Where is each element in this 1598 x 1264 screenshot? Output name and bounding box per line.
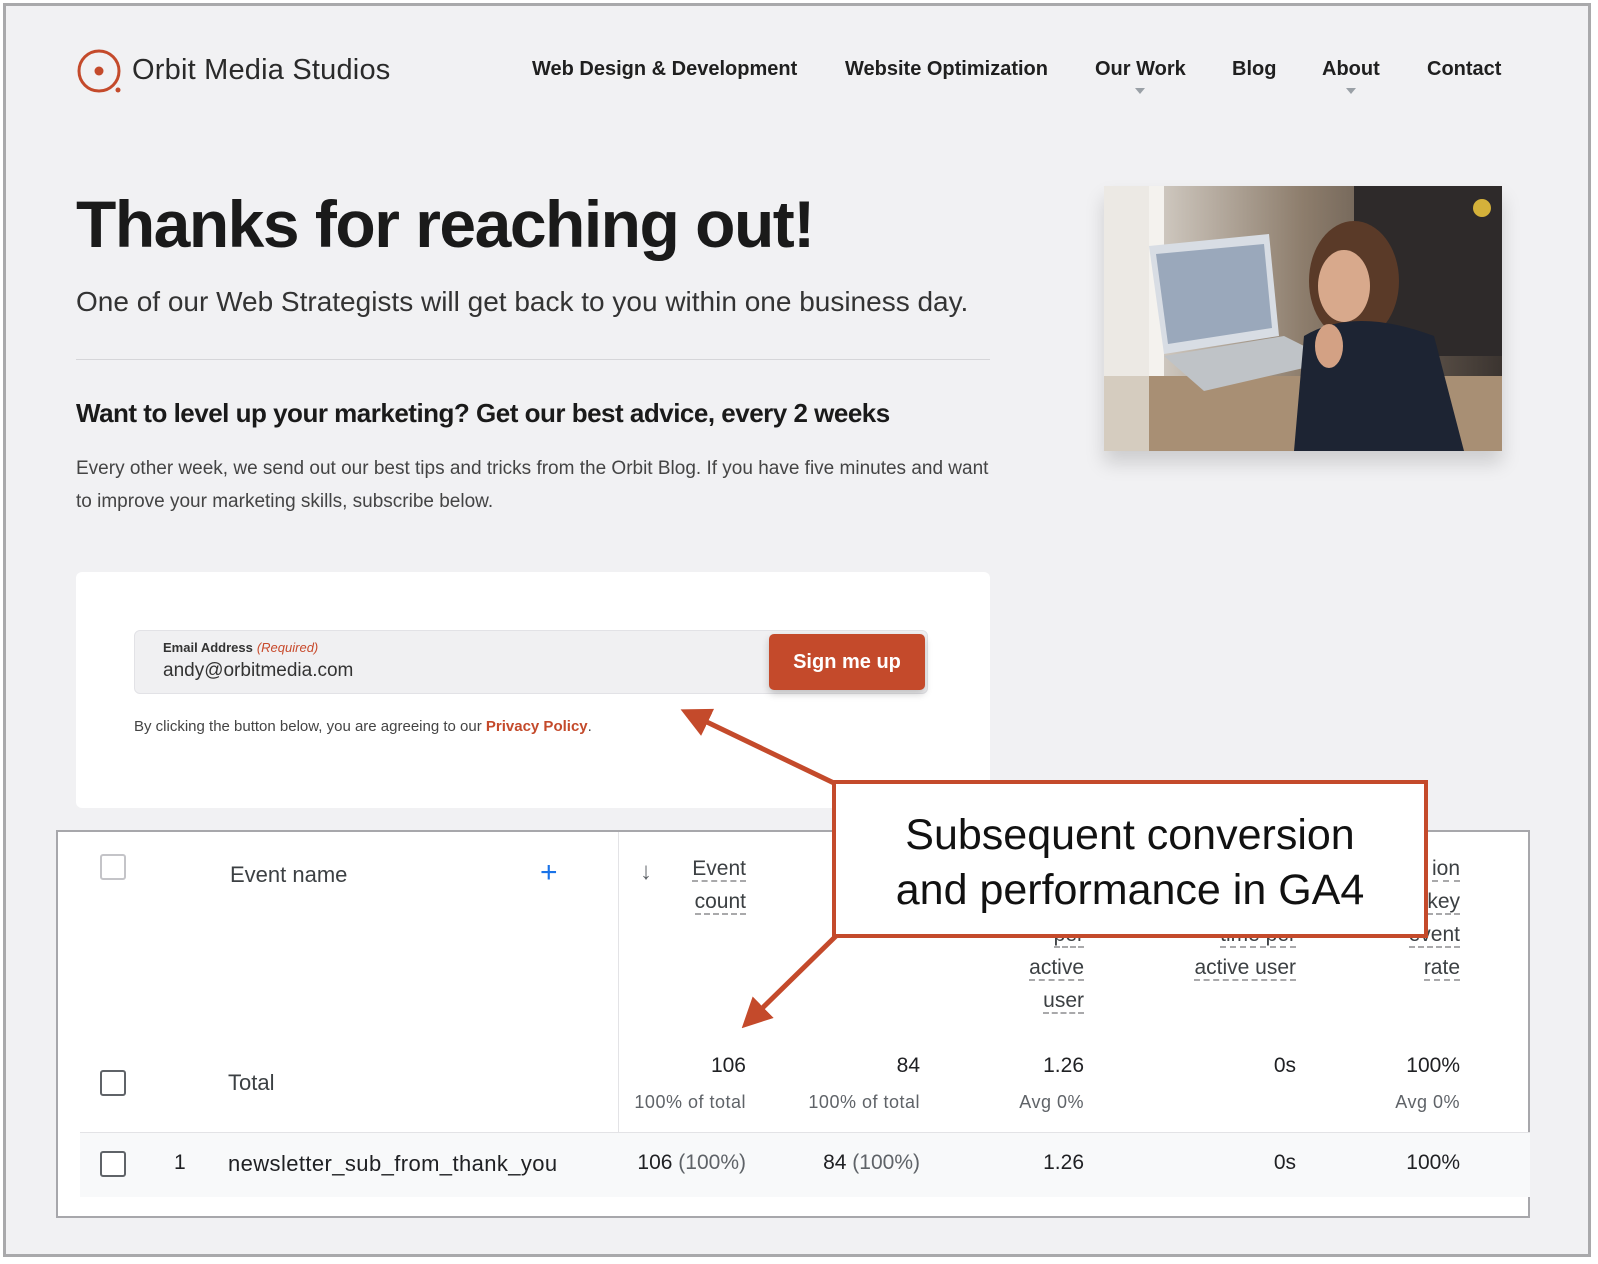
consent-text-end: . [587,718,592,735]
chevron-down-icon [1135,88,1146,94]
newsletter-description: Every other week, we send out our best t… [76,458,989,512]
email-label-text: Email Address [163,640,253,655]
event-name-cell[interactable]: newsletter_sub_from_thank_you [228,1151,558,1177]
nav-website-optimization[interactable]: Website Optimization [845,58,1048,81]
annotation-callout: Subsequent conversion and performance in… [832,780,1428,938]
row-users-value: 84 [823,1151,847,1174]
total-event-count-sub: 100% of total [634,1092,746,1112]
total-key-event-rate-sub: Avg 0% [1395,1092,1460,1112]
column-header-event-count-text: Event count [692,857,746,915]
total-row-checkbox[interactable] [100,1070,126,1096]
privacy-policy-link[interactable]: Privacy Policy [486,718,588,735]
email-input[interactable] [163,660,723,682]
consent-text-body: By clicking the button below, you are ag… [134,718,486,735]
arrow-down-icon[interactable]: ↓ [640,858,652,886]
nav-contact[interactable]: Contact [1427,58,1501,81]
total-per-active-user-sub: Avg 0% [1019,1092,1084,1112]
event-name-header[interactable]: Event name [230,862,347,888]
callout-line-2: and performance in GA4 [895,866,1365,914]
nav-our-work-label: Our Work [1095,58,1186,80]
total-per-active-user: 1.26 [1043,1054,1084,1077]
row-event-count-pct: (100%) [678,1151,746,1174]
divider [76,359,990,360]
total-time-per-user: 0s [1273,1054,1296,1077]
row-event-count-value: 106 [637,1151,673,1174]
total-users: 84 [896,1054,920,1077]
row-per-active-user: 1.26 [1043,1151,1084,1174]
main-nav: Web Design & Development Website Optimiz… [6,58,1588,98]
plus-icon[interactable]: + [540,856,558,890]
nav-web-design[interactable]: Web Design & Development [532,58,797,81]
select-all-checkbox[interactable] [100,854,126,880]
row-key-event-rate: 100% [1406,1151,1460,1174]
newsletter-form-card: Email Address(Required) Sign me up By cl… [76,572,990,808]
consent-text: By clicking the button below, you are ag… [134,718,592,735]
email-label: Email Address (Required) [163,640,318,655]
total-users-sub: 100% of total [808,1092,920,1112]
total-event-count: 106 [710,1054,746,1077]
row-event-count: 106 (100%) [637,1151,746,1175]
nav-our-work[interactable]: Our Work [1095,58,1186,94]
nav-about[interactable]: About [1322,58,1380,94]
chevron-down-icon [1345,88,1356,94]
nav-blog[interactable]: Blog [1232,58,1276,81]
newsletter-heading: Want to level up your marketing? Get our… [76,398,890,428]
screenshot-frame: Orbit Media Studios Web Design & Develop… [3,3,1591,1257]
table-row[interactable]: 1 newsletter_sub_from_thank_you 106 (100… [80,1132,1530,1197]
sign-me-up-button[interactable]: Sign me up [769,634,925,690]
row-users: 84 (100%) [823,1151,920,1175]
row-checkbox[interactable] [100,1151,126,1177]
required-label: (Required) [256,640,319,655]
hero-photo [1104,186,1502,451]
page-title: Thanks for reaching out! [76,187,815,261]
column-header-event-count[interactable]: Event count [692,852,746,918]
row-time-per-user: 0s [1273,1151,1296,1174]
row-index: 1 [174,1151,186,1174]
total-key-event-rate: 100% [1406,1054,1460,1077]
callout-line-1: Subsequent conversion [905,811,1355,859]
total-label: Total [228,1070,275,1095]
row-users-pct: (100%) [852,1151,920,1174]
page-subtitle: One of our Web Strategists will get back… [76,286,969,317]
nav-about-label: About [1322,58,1380,80]
